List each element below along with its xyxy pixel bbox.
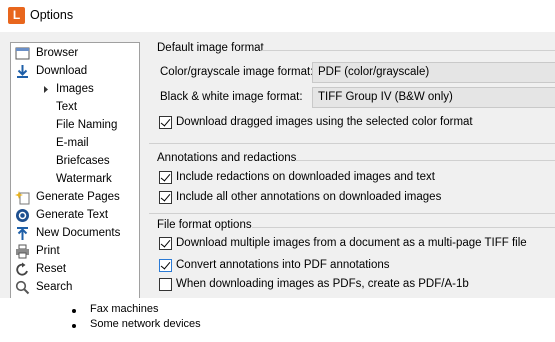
printer-icon (16, 244, 29, 259)
nav-item-briefcases[interactable]: Briefcases (35, 153, 135, 171)
nav-label: Generate Pages (36, 191, 120, 203)
nav-item-new-documents[interactable]: New Documents (15, 225, 135, 243)
reset-arrow-icon (16, 262, 28, 276)
group-divider (295, 160, 555, 161)
group-divider (149, 213, 555, 214)
group-title-default-image-format: Default image format (157, 42, 264, 54)
group-title-file-format: File format options (157, 219, 252, 231)
list-item: Some network devices (90, 318, 201, 330)
nav-label: Search (36, 281, 73, 293)
nav-label: Download (36, 65, 88, 77)
download-arrow-icon (17, 65, 28, 78)
multipage-tiff-checkbox[interactable] (159, 237, 172, 250)
group-divider (252, 227, 555, 228)
include-annotations-checkbox[interactable] (159, 191, 172, 204)
window-title: Options (30, 8, 74, 22)
ocr-text-icon (16, 209, 29, 222)
drag-format-checkbox[interactable] (159, 116, 172, 129)
group-title-annotations: Annotations and redactions (157, 152, 297, 164)
bullet-point (72, 324, 76, 328)
nav-item-email[interactable]: E-mail (35, 135, 135, 153)
include-annotations-label: Include all other annotations on downloa… (176, 191, 442, 203)
drag-format-label: Download dragged images using the select… (176, 116, 473, 128)
nav-item-reset[interactable]: Reset (15, 261, 135, 279)
upload-arrow-icon (17, 227, 28, 240)
nav-label: New Documents (36, 227, 121, 239)
nav-label: E-mail (56, 137, 89, 149)
bullet-point (72, 309, 76, 313)
color-format-label: Color/grayscale image format: (160, 66, 314, 78)
nav-item-text[interactable]: Text (35, 99, 135, 117)
options-nav-tree: Browser Download Images Text File Naming… (10, 42, 140, 298)
nav-item-print[interactable]: Print (15, 243, 135, 261)
nav-label: Text (56, 101, 78, 113)
group-divider (149, 143, 555, 144)
options-dialog: L Options Browser Download Images Text F… (0, 0, 555, 298)
nav-label: Reset (36, 263, 67, 275)
nav-item-images[interactable]: Images (35, 81, 135, 99)
nav-item-generate-text[interactable]: Generate Text (15, 207, 135, 225)
nav-label: Images (56, 83, 94, 95)
include-redactions-label: Include redactions on downloaded images … (176, 171, 435, 183)
nav-label: Browser (36, 47, 79, 59)
nav-label: Briefcases (56, 155, 110, 167)
convert-annotations-checkbox[interactable] (159, 259, 172, 272)
browser-icon (15, 47, 30, 60)
include-redactions-checkbox[interactable] (159, 171, 172, 184)
dropdown-value: TIFF Group IV (B&W only) (318, 91, 453, 103)
expand-triangle-icon (44, 86, 48, 93)
nav-label: Generate Text (36, 209, 109, 221)
nav-label: File Naming (56, 119, 118, 131)
multipage-tiff-label: Download multiple images from a document… (176, 237, 527, 249)
nav-item-search[interactable]: Search (15, 279, 135, 297)
nav-label: Watermark (56, 173, 112, 185)
dropdown-value: PDF (color/grayscale) (318, 66, 430, 78)
nav-item-download[interactable]: Download (15, 63, 135, 81)
list-item: Fax machines (90, 303, 159, 315)
nav-item-browser[interactable]: Browser (15, 45, 135, 63)
pdfa-checkbox[interactable] (159, 278, 172, 291)
nav-label: Print (36, 245, 60, 257)
color-format-dropdown[interactable]: PDF (color/grayscale) (312, 62, 555, 83)
nav-item-file-naming[interactable]: File Naming (35, 117, 135, 135)
bw-format-dropdown[interactable]: TIFF Group IV (B&W only) (312, 87, 555, 108)
bw-format-label: Black & white image format: (160, 91, 303, 103)
title-bar: L Options (0, 0, 555, 32)
pdfa-label: When downloading images as PDFs, create … (176, 278, 469, 290)
search-icon (15, 280, 30, 295)
nav-item-generate-pages[interactable]: Generate Pages (15, 189, 135, 207)
background-document: Fax machines Some network devices (0, 298, 555, 342)
nav-item-watermark[interactable]: Watermark (35, 171, 135, 189)
group-divider (262, 50, 555, 51)
sparkle-pages-icon (15, 191, 30, 205)
app-logo-icon: L (8, 7, 25, 24)
convert-annotations-label: Convert annotations into PDF annotations (176, 259, 390, 271)
